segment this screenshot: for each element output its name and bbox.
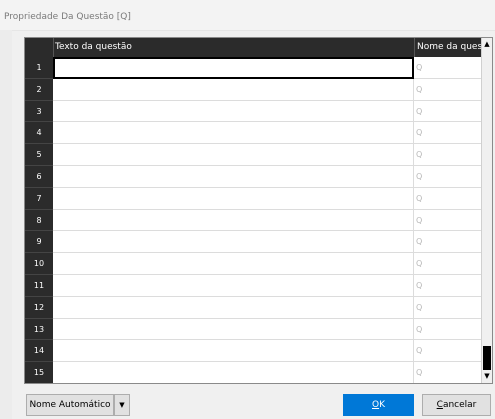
- question-text-cell[interactable]: [53, 340, 414, 363]
- table-row[interactable]: 10 Q: [25, 253, 492, 275]
- row-number[interactable]: 13: [25, 318, 53, 341]
- table-row[interactable]: 6Q: [25, 165, 492, 188]
- auto-name-button[interactable]: Nome Automático: [26, 394, 114, 416]
- vertical-scrollbar[interactable]: ▲ ▼: [481, 38, 492, 383]
- row-number[interactable]: 15: [25, 362, 53, 383]
- question-name-cell[interactable]: Q: [414, 362, 481, 383]
- question-text-cell[interactable]: [53, 144, 414, 166]
- grid-rows: 1 Q 2 Q 3 Q 4 Q 5 Q 6 Q 7 Q 8 Q 9 Q 10 Q 11 Q 12 Q 13 Q 14 Q 15 Q: [25, 57, 492, 383]
- scroll-thumb[interactable]: [483, 346, 491, 370]
- question-name-cell[interactable]: Q: [414, 253, 481, 275]
- question-text-cell[interactable]: [53, 318, 414, 341]
- ok-label: K: [379, 400, 385, 410]
- question-text-cell[interactable]: [53, 78, 414, 101]
- scroll-up-arrow-icon[interactable]: ▲: [482, 38, 492, 50]
- question-text-cell[interactable]: [53, 231, 414, 254]
- row-number[interactable]: 9: [25, 231, 53, 254]
- question-text-cell[interactable]: [53, 100, 414, 123]
- table-row[interactable]: 12 Q: [25, 296, 492, 319]
- question-name-cell[interactable]: Q: [414, 210, 481, 232]
- window-title: Propriedade Da Questão [Q]: [4, 12, 131, 22]
- row-number[interactable]: 5: [25, 144, 53, 166]
- scroll-down-arrow-icon[interactable]: ▼: [482, 370, 492, 382]
- question-name-cell[interactable]: Q: [414, 144, 481, 166]
- column-header-question-text[interactable]: Texto da questão: [53, 38, 415, 57]
- question-text-cell[interactable]: [53, 362, 414, 383]
- question-name-cell[interactable]: Q: [414, 297, 481, 319]
- row-number[interactable]: 1: [25, 57, 53, 79]
- question-text-cell[interactable]: [53, 253, 414, 275]
- table-row[interactable]: 8Q: [25, 209, 492, 232]
- question-name-cell[interactable]: Q: [414, 122, 481, 145]
- row-number[interactable]: 7: [25, 187, 53, 210]
- question-text-cell[interactable]: [53, 274, 414, 297]
- table-row[interactable]: 13 Q: [25, 318, 492, 341]
- table-row[interactable]: 5Q: [25, 144, 492, 166]
- table-row[interactable]: 3Q: [25, 100, 492, 123]
- question-name-cell[interactable]: Q: [414, 275, 481, 297]
- table-row[interactable]: 2Q: [25, 78, 492, 101]
- table-row[interactable]: 11 Q: [25, 274, 492, 297]
- question-text-cell[interactable]: [53, 296, 414, 319]
- title-bar: Propriedade Da Questão [Q]: [0, 0, 495, 31]
- question-text-cell[interactable]: [53, 209, 414, 232]
- question-name-cell[interactable]: Q: [414, 188, 481, 210]
- question-grid[interactable]: Texto da questão Nome da questão 1Q2Q3Q4…: [24, 37, 493, 384]
- row-number[interactable]: 8: [25, 209, 53, 232]
- row-number[interactable]: 3: [25, 100, 53, 123]
- question-name-cell[interactable]: Q: [414, 231, 481, 254]
- question-name-cell[interactable]: Q: [414, 101, 481, 123]
- table-row[interactable]: 14 Q: [25, 340, 492, 363]
- auto-name-dropdown-button[interactable]: ▼: [114, 394, 130, 416]
- question-text-cell[interactable]: [53, 165, 414, 188]
- row-number[interactable]: 4: [25, 122, 53, 145]
- question-name-cell[interactable]: Q: [414, 340, 481, 363]
- chevron-down-icon: ▼: [119, 401, 125, 409]
- cancel-label: ancelar: [442, 400, 477, 410]
- question-name-cell[interactable]: Q: [414, 79, 481, 101]
- row-number[interactable]: 12: [25, 296, 53, 319]
- row-number[interactable]: 2: [25, 78, 53, 101]
- cancel-button[interactable]: Cancelar: [422, 394, 491, 416]
- row-number[interactable]: 14: [25, 340, 53, 363]
- question-text-cell[interactable]: [53, 57, 414, 79]
- row-number[interactable]: 11: [25, 274, 53, 297]
- question-text-cell[interactable]: [53, 122, 414, 145]
- table-row[interactable]: 1Q: [25, 57, 492, 79]
- row-number[interactable]: 6: [25, 165, 53, 188]
- row-number[interactable]: 10: [25, 253, 53, 275]
- ok-button[interactable]: OK: [343, 394, 414, 416]
- question-name-cell[interactable]: Q: [414, 57, 481, 79]
- question-text-cell[interactable]: [53, 187, 414, 210]
- table-row[interactable]: 9Q: [25, 231, 492, 254]
- grid-header: Texto da questão Nome da questão: [25, 38, 492, 57]
- question-name-cell[interactable]: Q: [414, 166, 481, 188]
- table-row[interactable]: 15 Q: [25, 362, 492, 383]
- background-window-edge: [0, 30, 12, 419]
- table-row[interactable]: 4Q: [25, 122, 492, 145]
- table-row[interactable]: 7Q: [25, 187, 492, 210]
- question-name-cell[interactable]: Q: [414, 319, 481, 341]
